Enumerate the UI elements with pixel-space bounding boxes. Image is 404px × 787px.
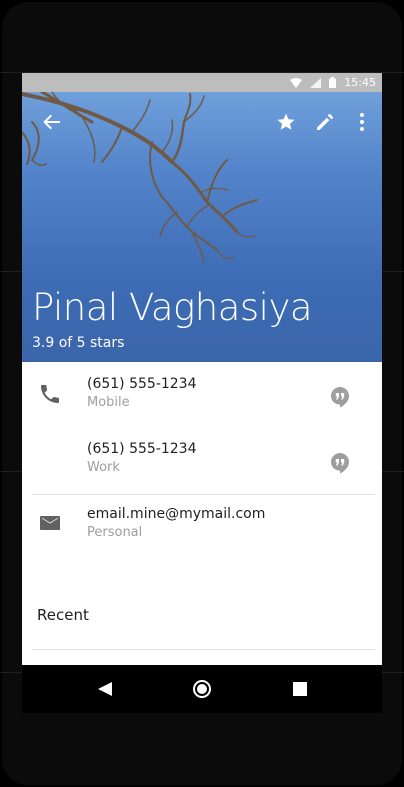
home-circle-icon <box>193 680 211 698</box>
more-options-button[interactable] <box>348 108 376 136</box>
edit-pencil-icon <box>317 113 334 130</box>
more-vert-icon <box>360 113 364 131</box>
device-frame: 15:45 Pinal Vaghasiya 3.9 of 5 stars (65… <box>0 0 404 787</box>
edit-button[interactable] <box>311 108 339 136</box>
status-bar: 15:45 <box>22 73 382 92</box>
phone-icon <box>41 385 59 403</box>
toolbar <box>22 92 382 148</box>
contact-photo-header: Pinal Vaghasiya 3.9 of 5 stars <box>22 92 382 362</box>
cell-signal-icon <box>310 77 322 88</box>
status-time: 15:45 <box>344 76 376 89</box>
battery-icon <box>329 77 337 88</box>
section-divider <box>32 649 375 650</box>
phone-row-mobile[interactable]: (651) 555-1234 Mobile <box>22 362 382 427</box>
back-arrow-icon <box>43 114 60 130</box>
recents-square-icon <box>293 682 307 696</box>
system-navigation-bar <box>22 665 382 713</box>
back-button[interactable] <box>38 108 66 136</box>
nav-home-button[interactable] <box>190 677 214 701</box>
recent-section-title: Recent <box>37 606 89 624</box>
phone-number: (651) 555-1234 <box>87 376 197 392</box>
contact-name: Pinal Vaghasiya <box>32 286 313 329</box>
email-icon <box>40 516 60 530</box>
phone-type: Work <box>87 460 120 475</box>
nav-recents-button[interactable] <box>288 677 312 701</box>
nav-back-button[interactable] <box>93 677 117 701</box>
hangouts-message-icon[interactable] <box>329 386 351 408</box>
phone-row-work[interactable]: (651) 555-1234 Work <box>22 427 382 493</box>
contact-detail-screen: 15:45 Pinal Vaghasiya 3.9 of 5 stars (65… <box>22 73 382 665</box>
email-row[interactable]: email.mine@mymail.com Personal <box>22 495 382 555</box>
hangouts-message-icon[interactable] <box>329 452 351 474</box>
wifi-icon <box>290 77 303 88</box>
email-type: Personal <box>87 525 143 540</box>
back-triangle-icon <box>98 682 112 696</box>
email-address: email.mine@mymail.com <box>87 506 266 522</box>
phone-type: Mobile <box>87 395 130 410</box>
phone-number: (651) 555-1234 <box>87 441 197 457</box>
star-icon <box>277 113 295 130</box>
contact-rating: 3.9 of 5 stars <box>32 335 125 351</box>
favorite-button[interactable] <box>272 108 300 136</box>
